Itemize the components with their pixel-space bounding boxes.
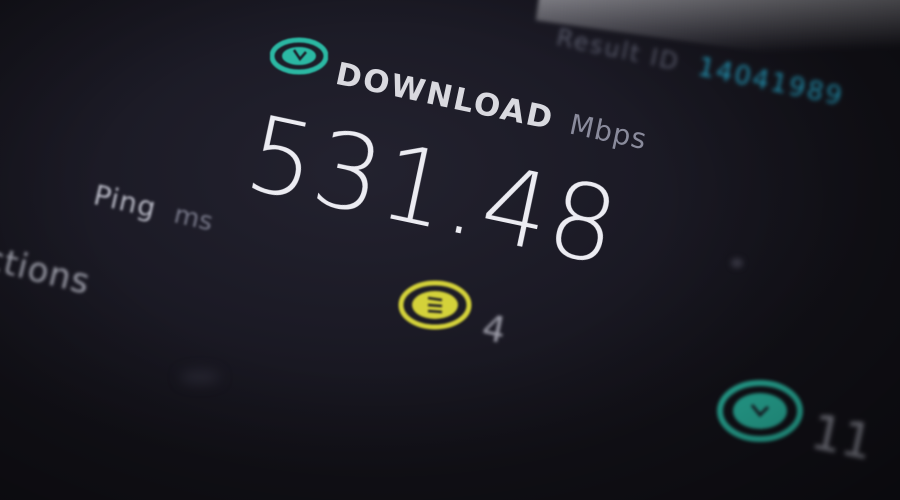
upload-value: 11 — [806, 404, 878, 472]
speedtest-screen: Result ID 14041989 DOWNLOAD Mbps 531.48 … — [0, 0, 900, 500]
ping-value: 4 — [478, 307, 510, 352]
ping-icon — [398, 280, 472, 330]
result-id-value[interactable]: 14041989 — [695, 52, 846, 112]
connections-label: ctions — [0, 238, 95, 303]
download-arrow-icon — [270, 37, 328, 75]
ping-unit: ms — [171, 199, 216, 238]
dust-smudge — [180, 370, 220, 384]
dust-speck — [731, 258, 743, 268]
ping-label: Ping — [90, 178, 160, 225]
upload-arrow-icon — [717, 380, 803, 442]
ping-header: Ping ms — [91, 178, 217, 237]
download-unit: Mbps — [566, 107, 651, 157]
